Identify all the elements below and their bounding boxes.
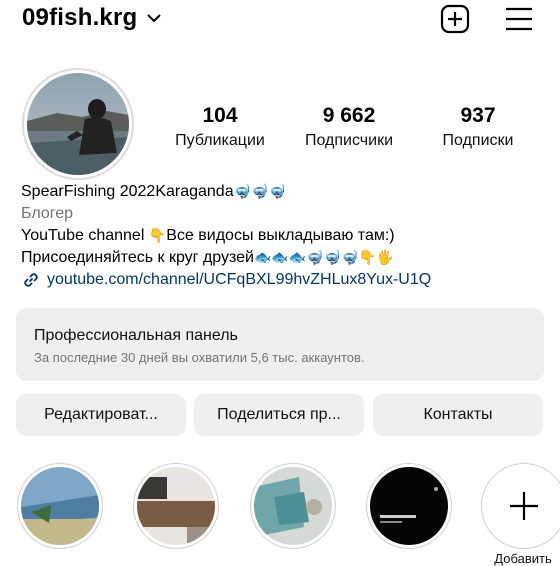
- highlight-cover-image: [137, 467, 215, 545]
- following-label: Подписки: [442, 132, 514, 149]
- link-icon: [24, 273, 38, 287]
- story-highlight[interactable]: [17, 463, 103, 549]
- contacts-button[interactable]: Контакты: [373, 394, 543, 436]
- menu-icon[interactable]: [505, 6, 533, 32]
- username-switcher[interactable]: 09fish.krg: [22, 4, 137, 32]
- chevron-down-icon[interactable]: [146, 12, 162, 24]
- professional-dashboard[interactable]: Профессиональная панель За последние 30 …: [16, 308, 544, 381]
- story-highlight[interactable]: [250, 463, 336, 549]
- bio-line-1: YouTube channel 👇Все видосы выкладываю т…: [21, 225, 551, 247]
- posts-label: Публикации: [175, 132, 265, 149]
- add-post-icon[interactable]: [440, 4, 470, 34]
- highlight-cover-image: [254, 467, 332, 545]
- story-highlight[interactable]: [133, 463, 219, 549]
- pointing-down-emoji: 👇: [148, 228, 167, 244]
- diving-mask-emoji: 🤿🤿🤿: [233, 184, 286, 200]
- avatar[interactable]: [27, 73, 129, 175]
- profile-bio: SpearFishing 2022Karaganda🤿🤿🤿 Блогер You…: [21, 181, 551, 291]
- share-profile-button[interactable]: Поделиться пр...: [194, 394, 364, 436]
- followers-label: Подписчики: [304, 132, 393, 149]
- highlight-cover-image: [21, 467, 99, 545]
- new-highlight-label: Добавить: [494, 551, 552, 566]
- top-bar: 09fish.krg: [0, 0, 560, 40]
- bio-text: Присоединяйтесь к круг друзей: [21, 249, 254, 266]
- posts-count: 104: [202, 104, 238, 127]
- bio-line-2: Присоединяйтесь к круг друзей🐟🐟🐟🤿🤿🤿👇🖐: [21, 247, 551, 269]
- new-highlight-button[interactable]: [481, 463, 560, 549]
- pro-panel-title: Профессиональная панель: [34, 327, 238, 344]
- display-name: SpearFishing 2022Karaganda: [21, 183, 234, 200]
- profile-category: Блогер: [21, 205, 74, 222]
- display-name-row: SpearFishing 2022Karaganda🤿🤿🤿: [21, 181, 551, 203]
- bio-link[interactable]: youtube.com/channel/UCFqBXL99hvZHLux8Yux…: [21, 269, 551, 291]
- pro-panel-subtitle: За последние 30 дней вы охватили 5,6 тыс…: [34, 350, 365, 365]
- highlight-cover-image: [370, 467, 448, 545]
- edit-profile-button[interactable]: Редактироват...: [16, 394, 186, 436]
- following-count: 937: [460, 104, 496, 127]
- profile-avatar-ring[interactable]: [22, 68, 134, 180]
- plus-icon: [510, 492, 538, 520]
- stat-posts[interactable]: 104 Публикации: [165, 104, 275, 154]
- bio-link-text[interactable]: youtube.com/channel/UCFqBXL99hvZHLux8Yux…: [47, 269, 431, 291]
- bio-text: Все видосы выкладываю там:): [166, 227, 395, 244]
- followers-count: 9 662: [322, 104, 376, 127]
- stat-followers[interactable]: 9 662 Подписчики: [294, 104, 404, 154]
- story-highlight[interactable]: [366, 463, 452, 549]
- bio-text: YouTube channel: [21, 227, 149, 244]
- fish-emoji-row: 🐟🐟🐟🤿🤿🤿👇🖐: [254, 250, 394, 266]
- stat-following[interactable]: 937 Подписки: [423, 104, 533, 154]
